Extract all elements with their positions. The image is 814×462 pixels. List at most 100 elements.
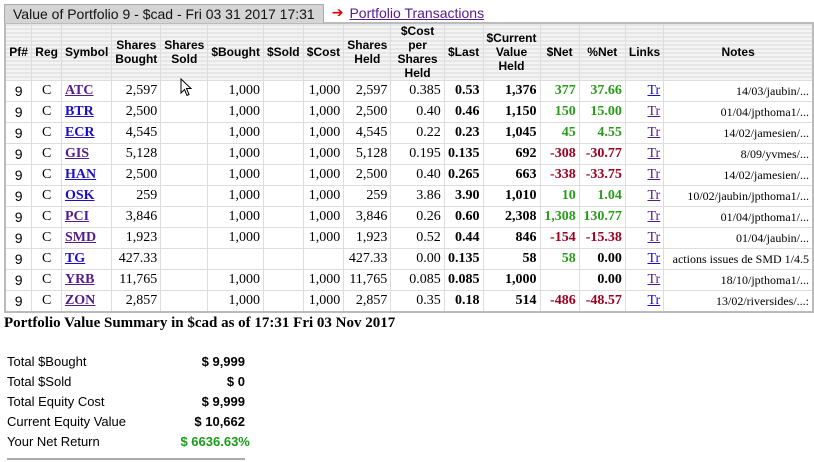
- table-row: 9 C TG 427.33 427.33 0.00 0.135 58 58 0.00 Tr actio…: [4, 248, 814, 270]
- cell-current: 2,308: [482, 206, 541, 228]
- cell-cost: 1,000: [302, 269, 345, 291]
- cell-cps: 0.40: [390, 101, 445, 123]
- transactions-link[interactable]: Tr: [648, 209, 661, 224]
- summary-label: Total $Sold: [7, 373, 72, 389]
- column-header: Notes: [663, 22, 814, 81]
- cell-last: 0.18: [443, 290, 484, 313]
- table-row: 9 C ECR 4,545 1,000 1,000 4,545 0.22 0.23 1,045 45…: [4, 122, 814, 144]
- cell-symbol: HAN: [60, 164, 113, 186]
- cell-dbought: 1,000: [207, 164, 264, 186]
- table-row: 9 C HAN 2,500 1,000 1,000 2,500 0.40 0.265 663 -33…: [4, 164, 814, 186]
- symbol-link[interactable]: PCI: [65, 209, 89, 224]
- symbol-link[interactable]: ECR: [65, 125, 95, 140]
- cell-current: 663: [482, 164, 541, 186]
- column-header: Shares Held: [343, 22, 392, 81]
- symbol-link[interactable]: OSK: [65, 188, 95, 203]
- cell-dsold: [262, 269, 304, 291]
- cell-current: 514: [482, 290, 541, 313]
- summary-label: Total Equity Cost: [7, 393, 105, 409]
- column-header: $Sold: [262, 22, 304, 81]
- cell-notes: actions issues de SMD 1/4.5: [663, 248, 814, 270]
- transactions-link[interactable]: Tr: [648, 125, 661, 140]
- cell-last: 0.135: [443, 143, 484, 165]
- summary-row-equity-value: Current Equity Value $ 10,662: [7, 411, 245, 431]
- symbol-link[interactable]: ZON: [65, 293, 95, 308]
- cell-cps: 3.86: [390, 185, 445, 207]
- symbol-link[interactable]: GIS: [65, 146, 89, 161]
- summary-row-total-bought: Total $Bought $ 9,999: [7, 351, 245, 371]
- cell-dbought: 1,000: [207, 227, 264, 249]
- transactions-link[interactable]: Tr: [648, 293, 661, 308]
- column-header: Pf#: [4, 22, 33, 81]
- cell-last: 0.60: [443, 206, 484, 228]
- holdings-table: Pf# Reg Symbol Shares Bought Shares Sold $Bou…: [4, 22, 814, 313]
- cell-pnet: -30.77: [578, 143, 626, 165]
- summary-row-net-return: Your Net Return $ 663 6.63%: [7, 431, 250, 451]
- table-row: 9 C ZON 2,857 1,000 1,000 2,857 0.35 0.18 514 -486…: [4, 290, 814, 313]
- portfolio-transactions-link[interactable]: Portfolio Transactions: [349, 5, 484, 21]
- symbol-link[interactable]: TG: [65, 251, 85, 266]
- cell-sold: [160, 269, 209, 291]
- cell-symbol: OSK: [60, 185, 113, 207]
- mouse-cursor-icon: [180, 78, 193, 97]
- cell-reg: C: [31, 290, 62, 313]
- cell-dbought: 1,000: [207, 206, 264, 228]
- cell-cost: 1,000: [302, 80, 345, 102]
- transactions-link[interactable]: Tr: [648, 167, 661, 182]
- column-header: %Net: [578, 22, 626, 81]
- symbol-link[interactable]: SMD: [65, 230, 96, 245]
- cell-notes: 18/10/jpthoma1/...: [663, 269, 814, 291]
- cell-reg: C: [31, 101, 62, 123]
- cell-bought: 11,765: [111, 269, 162, 291]
- cell-held: 4,545: [343, 122, 392, 144]
- cell-notes: 01/04/jpthoma1/...: [663, 101, 814, 123]
- column-header: Shares Bought: [111, 22, 162, 81]
- cell-net: 150: [539, 101, 580, 123]
- cell-cps: 0.00: [390, 248, 445, 270]
- cell-reg: C: [31, 122, 62, 144]
- cell-symbol: GIS: [60, 143, 113, 165]
- cell-pnet: -15.38: [578, 227, 626, 249]
- table-header: Pf# Reg Symbol Shares Bought Shares Sold $Bou…: [4, 22, 814, 81]
- cell-link: Tr: [624, 248, 665, 270]
- transactions-link[interactable]: Tr: [648, 230, 661, 245]
- cell-symbol: ECR: [60, 122, 113, 144]
- transactions-link[interactable]: Tr: [648, 188, 661, 203]
- cell-symbol: TG: [60, 248, 113, 270]
- transactions-link[interactable]: Tr: [648, 83, 661, 98]
- symbol-link[interactable]: HAN: [65, 167, 96, 182]
- cell-link: Tr: [624, 122, 665, 144]
- cell-net: [539, 269, 580, 291]
- cell-last: 0.265: [443, 164, 484, 186]
- column-header: $Cost per Shares Held: [390, 22, 445, 81]
- cell-cost: [302, 248, 345, 270]
- summary-row-total-sold: Total $Sold $ 0: [7, 371, 245, 391]
- column-header: $Bought: [207, 22, 264, 81]
- table-row: 9 C OSK 259 1,000 1,000 259 3.86 3.90 1,010 10 1.04…: [4, 185, 814, 207]
- cell-dsold: [262, 248, 304, 270]
- cell-current: 1,150: [482, 101, 541, 123]
- transactions-link[interactable]: Tr: [648, 104, 661, 119]
- symbol-link[interactable]: ATC: [65, 83, 94, 98]
- symbol-link[interactable]: YRB: [65, 272, 95, 287]
- cell-held: 2,597: [343, 80, 392, 102]
- cell-link: Tr: [624, 227, 665, 249]
- cell-link: Tr: [624, 290, 665, 313]
- transactions-link[interactable]: Tr: [648, 251, 661, 266]
- cell-net: 10: [539, 185, 580, 207]
- cell-bought: 427.33: [111, 248, 162, 270]
- cell-bought: 2,857: [111, 290, 162, 313]
- symbol-link[interactable]: BTR: [65, 104, 94, 119]
- cell-notes: 13/02/riversides/...:: [663, 290, 814, 313]
- cell-symbol: ATC: [60, 80, 113, 102]
- cell-current: 1,376: [482, 80, 541, 102]
- transactions-link[interactable]: Tr: [648, 146, 661, 161]
- transactions-link[interactable]: Tr: [648, 272, 661, 287]
- divider: [7, 458, 245, 460]
- cell-pnet: 15.00: [578, 101, 626, 123]
- cell-held: 2,500: [343, 164, 392, 186]
- cell-dsold: [262, 185, 304, 207]
- cell-cps: 0.085: [390, 269, 445, 291]
- cell-net: -308: [539, 143, 580, 165]
- cell-pnet: 130.77: [578, 206, 626, 228]
